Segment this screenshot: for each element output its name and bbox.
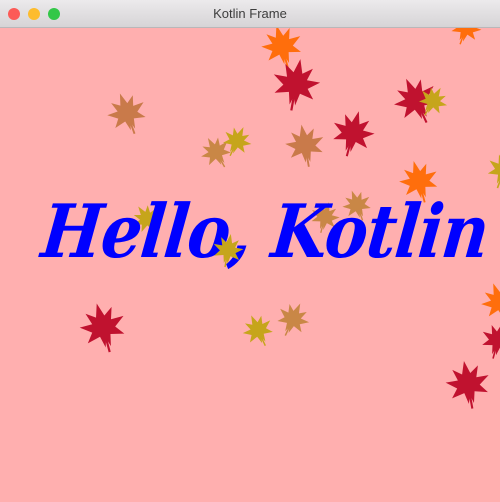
leaf-icon [285, 124, 324, 167]
leaf-icon [445, 360, 489, 409]
leaf-icon [333, 111, 375, 157]
drawing-canvas: Hello, Kotlin [0, 28, 500, 502]
leaf-icon [451, 28, 482, 45]
app-window: Kotlin Frame Hello, Kotlin [0, 0, 500, 502]
leaf-icon [107, 93, 146, 135]
leaf-icon [213, 234, 244, 268]
leaf-icon [487, 153, 500, 189]
leaf-icon [273, 59, 321, 111]
leaf-icon [79, 303, 125, 353]
title-bar[interactable]: Kotlin Frame [0, 0, 500, 28]
window-title: Kotlin Frame [213, 6, 287, 21]
